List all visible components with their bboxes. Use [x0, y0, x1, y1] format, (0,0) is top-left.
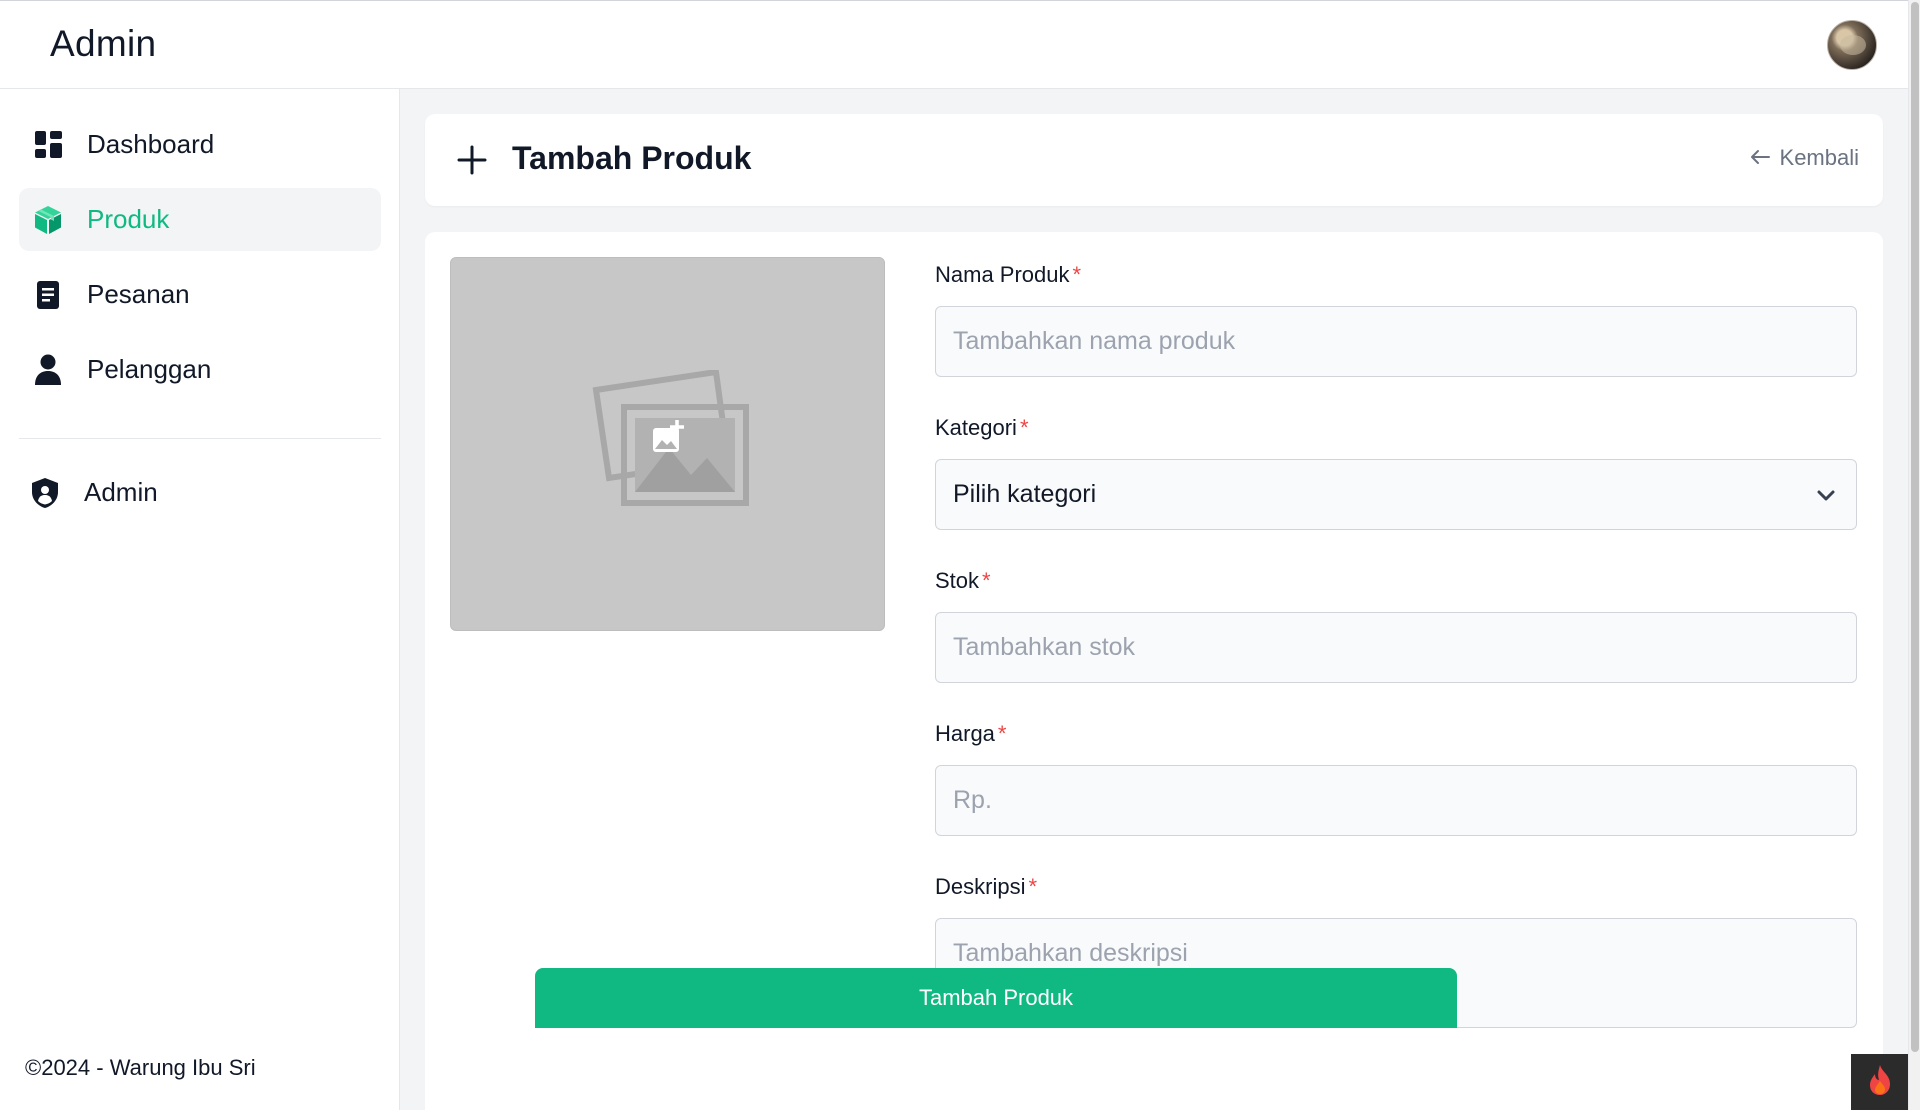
field-harga: Harga * — [935, 723, 1857, 836]
stok-input[interactable] — [935, 612, 1857, 683]
label-text: Kategori — [935, 415, 1017, 440]
field-label: Harga * — [935, 723, 1857, 765]
footer-copyright: ©2024 - Warung Ibu Sri — [25, 1055, 256, 1080]
app-window: Admin Dashboard Produk Pesanan Pelanggan… — [0, 0, 1920, 1110]
dashboard-icon — [33, 130, 63, 160]
sidebar-item-label: Dashboard — [87, 129, 215, 159]
label-text: Deskripsi — [935, 874, 1026, 899]
field-label: Nama Produk * — [935, 264, 1857, 306]
main-content: Tambah Produk Kembali Nama Produk * Tamb… — [400, 89, 1908, 1110]
top-header: Admin — [0, 0, 1908, 89]
page-title: Tambah Produk — [512, 140, 752, 176]
arrow-left-icon — [1750, 145, 1770, 171]
sidebar-nav: Dashboard Produk Pesanan Pelanggan — [19, 113, 381, 413]
chevron-down-icon — [1814, 484, 1838, 508]
sidebar-item-label: Pesanan — [87, 279, 190, 309]
field-label: Stok * — [935, 570, 1857, 612]
sidebar-item-dashboard[interactable]: Dashboard — [19, 113, 381, 176]
sidebar: Dashboard Produk Pesanan Pelanggan Admin… — [0, 89, 400, 1110]
image-upload-area[interactable] — [450, 257, 885, 631]
nama-produk-input[interactable] — [935, 306, 1857, 377]
back-link-label: Kembali — [1779, 145, 1859, 170]
box-icon — [33, 205, 63, 235]
page-scrollbar[interactable] — [1908, 0, 1920, 1110]
sidebar-divider — [19, 438, 381, 439]
brand-title: Admin — [50, 23, 157, 64]
kategori-selected-value: Pilih kategori — [953, 480, 1097, 508]
field-stok: Stok * — [935, 570, 1857, 683]
sidebar-item-label: Produk — [87, 204, 170, 234]
form-fields: Nama Produk* Kategori* Pilih kategori — [935, 264, 1857, 1033]
harga-input[interactable] — [935, 765, 1857, 836]
kategori-select[interactable]: Pilih kategori — [935, 459, 1857, 530]
sidebar-item-label: Pelanggan — [87, 354, 212, 384]
label-text: Nama Produk — [935, 262, 1070, 287]
sidebar-item-pesanan[interactable]: Pesanan — [19, 263, 381, 326]
sidebar-item-produk[interactable]: Produk — [19, 188, 381, 251]
fire-widget-button[interactable] — [1851, 1054, 1908, 1110]
sidebar-item-pelanggan[interactable]: Pelanggan — [19, 338, 381, 401]
required-asterisk: * — [1028, 874, 1038, 899]
field-label: Deskripsi * — [935, 876, 1857, 918]
required-asterisk: * — [1072, 262, 1082, 287]
sidebar-admin-section: Admin — [19, 461, 381, 536]
back-link[interactable]: Kembali — [1750, 145, 1859, 171]
page-header: Tambah Produk Kembali — [425, 114, 1883, 206]
plus-icon — [456, 144, 488, 176]
fire-icon — [1867, 1064, 1893, 1101]
required-asterisk: * — [997, 721, 1007, 746]
field-kategori: Kategori * Pilih kategori — [935, 417, 1857, 530]
sidebar-item-label: Admin — [84, 477, 158, 507]
field-label: Kategori * — [935, 417, 1857, 459]
field-nama-produk: Nama Produk * — [935, 264, 1857, 377]
scrollbar-thumb[interactable] — [1911, 2, 1919, 1052]
user-icon — [33, 354, 63, 385]
sidebar-item-admin[interactable]: Admin — [19, 461, 381, 524]
shield-icon — [30, 477, 60, 508]
required-asterisk: * — [1019, 415, 1029, 440]
avatar[interactable] — [1827, 20, 1877, 70]
image-placeholder-icon — [591, 368, 751, 510]
document-icon — [33, 280, 63, 310]
label-text: Stok — [935, 568, 980, 593]
label-text: Harga — [935, 721, 995, 746]
required-asterisk: * — [982, 568, 991, 593]
tambah-produk-button[interactable]: Tambah Produk — [535, 968, 1457, 1028]
